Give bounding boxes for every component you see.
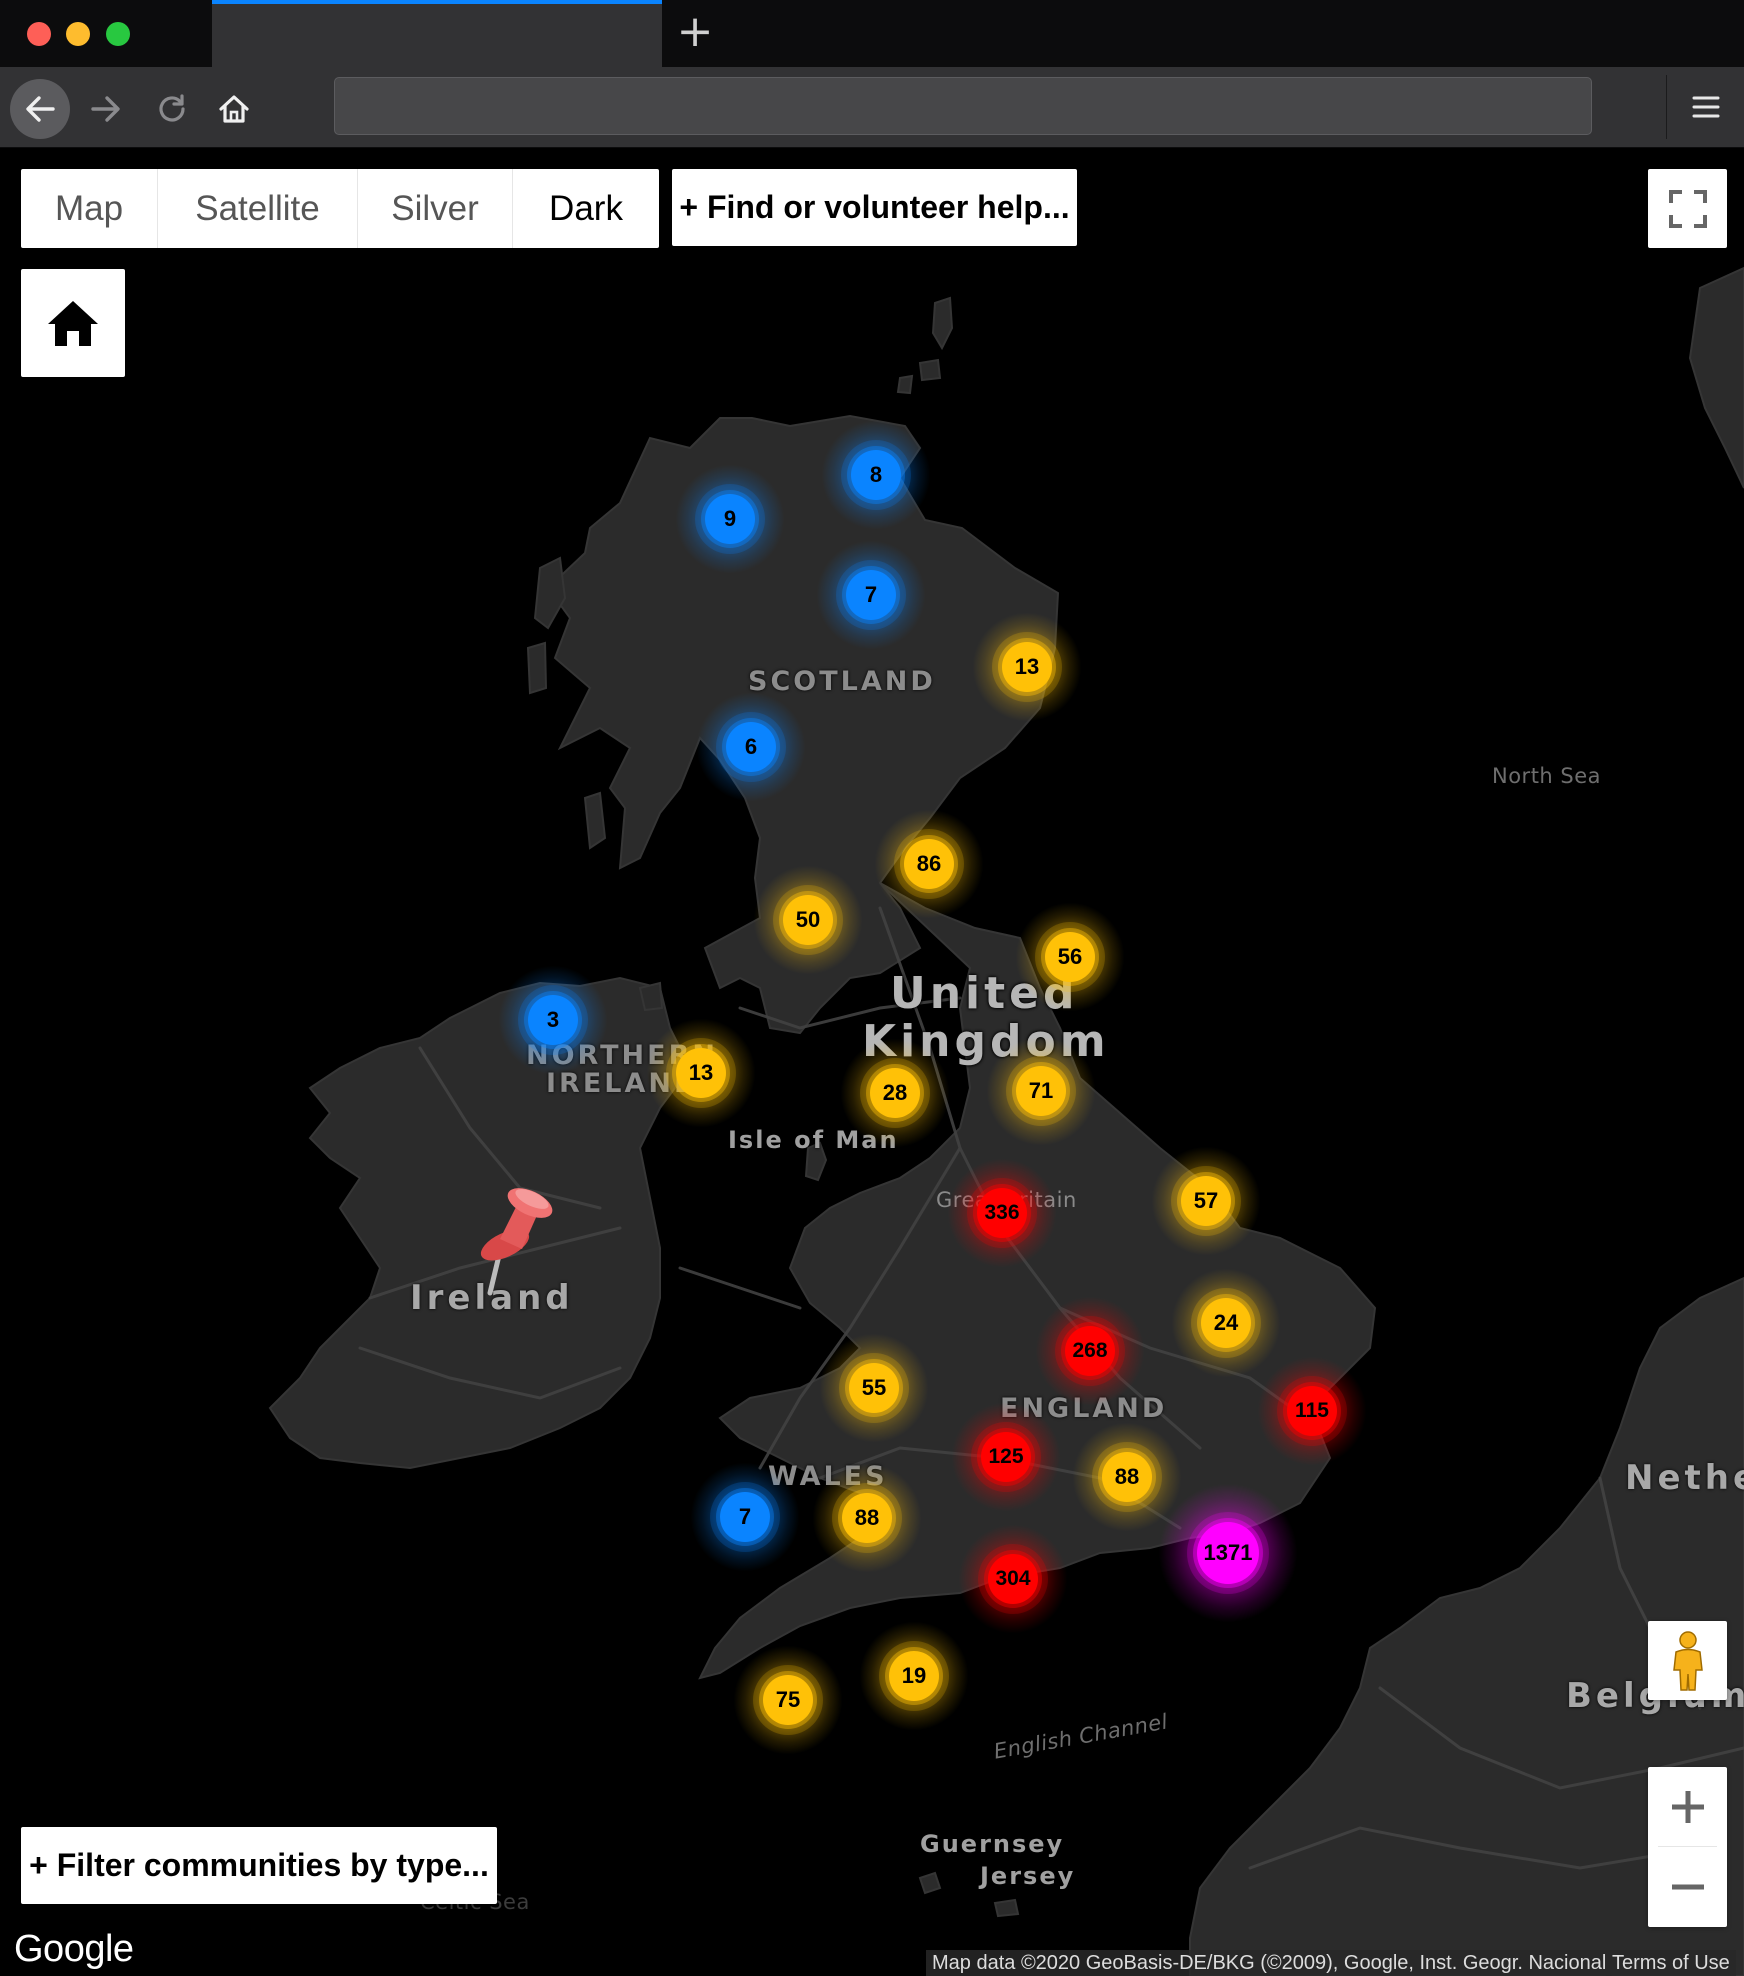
navigation-bar (0, 67, 1744, 148)
cluster-marker[interactable]: 57 (1151, 1146, 1261, 1256)
cluster-count: 1371 (1197, 1522, 1259, 1584)
cluster-count: 7 (720, 1492, 770, 1542)
cluster-marker[interactable]: 115 (1257, 1356, 1367, 1466)
cluster-count: 115 (1287, 1386, 1337, 1436)
cluster-marker[interactable]: 28 (840, 1038, 950, 1148)
home-button[interactable] (204, 79, 264, 139)
map-type-control: Map Satellite Silver Dark (21, 169, 659, 248)
reload-icon (159, 94, 185, 122)
map-attribution: Map data ©2020 GeoBasis-DE/BKG (©2009), … (926, 1950, 1613, 1976)
terms-of-use-link[interactable]: Terms of Use (1606, 1950, 1736, 1976)
cluster-marker[interactable]: 71 (986, 1036, 1096, 1146)
label-scotland: SCOTLAND (748, 666, 936, 697)
label-guernsey: Guernsey (920, 1830, 1065, 1858)
cluster-marker[interactable]: 13 (646, 1018, 756, 1128)
cluster-marker[interactable]: 268 (1035, 1296, 1145, 1406)
map-type-silver-button[interactable]: Silver (358, 169, 513, 248)
cluster-count: 56 (1045, 932, 1095, 982)
cluster-marker[interactable]: 56 (1015, 902, 1125, 1012)
forward-button[interactable] (76, 79, 136, 139)
tab-bar: + (0, 0, 1744, 67)
map-canvas[interactable]: SCOTLAND United Kingdom NORTHERN IRELAND… (0, 148, 1744, 1976)
cluster-count: 13 (676, 1048, 726, 1098)
cluster-count: 24 (1201, 1298, 1251, 1348)
cluster-marker[interactable]: 3 (498, 965, 608, 1075)
cluster-marker[interactable]: 9 (675, 464, 785, 574)
menu-button[interactable] (1680, 79, 1732, 135)
cluster-count: 268 (1065, 1326, 1115, 1376)
address-bar[interactable] (334, 77, 1592, 135)
cluster-marker[interactable]: 304 (958, 1524, 1068, 1634)
cluster-count: 304 (988, 1554, 1038, 1604)
cluster-count: 19 (889, 1651, 939, 1701)
cluster-count: 55 (849, 1363, 899, 1413)
map-type-map-button[interactable]: Map (21, 169, 158, 248)
label-north-sea: North Sea (1492, 764, 1602, 788)
cluster-count: 6 (726, 722, 776, 772)
cluster-count: 57 (1181, 1176, 1231, 1226)
home-icon (219, 95, 249, 123)
zoom-control (1648, 1767, 1727, 1927)
pushpin-icon[interactable] (460, 1173, 570, 1303)
home-icon (48, 301, 98, 346)
close-window-button[interactable] (27, 22, 51, 46)
cluster-count: 3 (528, 995, 578, 1045)
map-type-dark-button[interactable]: Dark (513, 169, 659, 248)
cluster-count: 71 (1016, 1066, 1066, 1116)
map-type-satellite-button[interactable]: Satellite (158, 169, 358, 248)
cluster-count: 125 (981, 1432, 1031, 1482)
reload-button[interactable] (142, 79, 202, 139)
arrow-left-icon (26, 96, 55, 122)
cluster-count: 7 (846, 570, 896, 620)
fullscreen-button[interactable] (1648, 169, 1727, 248)
label-jersey: Jersey (980, 1862, 1076, 1890)
cluster-count: 88 (1102, 1452, 1152, 1502)
cluster-marker[interactable]: 55 (819, 1333, 929, 1443)
street-view-button[interactable] (1648, 1621, 1727, 1700)
cluster-marker[interactable]: 88 (1072, 1422, 1182, 1532)
maximize-window-button[interactable] (106, 22, 130, 46)
pegman-icon (1672, 1630, 1703, 1691)
cluster-marker[interactable]: 13 (972, 612, 1082, 722)
cluster-count: 88 (842, 1493, 892, 1543)
find-help-button[interactable]: + Find or volunteer help... (672, 169, 1077, 246)
cluster-count: 336 (977, 1188, 1027, 1238)
new-tab-button[interactable]: + (672, 8, 718, 56)
cluster-count: 9 (705, 494, 755, 544)
minus-icon (1671, 1884, 1704, 1889)
plus-icon (1671, 1790, 1704, 1823)
cluster-marker[interactable]: 19 (859, 1621, 969, 1731)
cluster-count: 86 (904, 839, 954, 889)
cluster-marker[interactable]: 6 (696, 692, 806, 802)
map-home-button[interactable] (21, 269, 125, 377)
cluster-marker[interactable]: 50 (753, 865, 863, 975)
hamburger-icon (1692, 96, 1720, 118)
back-button[interactable] (10, 79, 70, 139)
cluster-count: 8 (851, 450, 901, 500)
fullscreen-icon (1668, 189, 1707, 228)
toolbar-separator (1666, 75, 1667, 139)
arrow-right-icon (91, 96, 120, 122)
zoom-in-button[interactable] (1648, 1767, 1727, 1846)
cluster-marker[interactable]: 1371 (1158, 1483, 1298, 1623)
cluster-marker[interactable]: 75 (733, 1645, 843, 1755)
cluster-marker[interactable]: 7 (690, 1462, 800, 1572)
label-netherlands: Nethe (1625, 1458, 1744, 1498)
cluster-count: 50 (783, 895, 833, 945)
cluster-marker[interactable]: 8 (821, 420, 931, 530)
google-logo: Google (14, 1928, 134, 1970)
filter-communities-button[interactable]: + Filter communities by type... (21, 1827, 497, 1904)
cluster-marker[interactable]: 125 (951, 1402, 1061, 1512)
minimize-window-button[interactable] (66, 22, 90, 46)
active-tab[interactable] (212, 0, 662, 67)
cluster-count: 13 (1002, 642, 1052, 692)
zoom-out-button[interactable] (1648, 1847, 1727, 1926)
cluster-marker[interactable]: 7 (816, 540, 926, 650)
cluster-count: 28 (870, 1068, 920, 1118)
cluster-marker[interactable]: 86 (874, 809, 984, 919)
cluster-marker[interactable]: 88 (812, 1463, 922, 1573)
cluster-marker[interactable]: 24 (1171, 1268, 1281, 1378)
cluster-count: 75 (763, 1675, 813, 1725)
cluster-marker[interactable]: 336 (947, 1158, 1057, 1268)
